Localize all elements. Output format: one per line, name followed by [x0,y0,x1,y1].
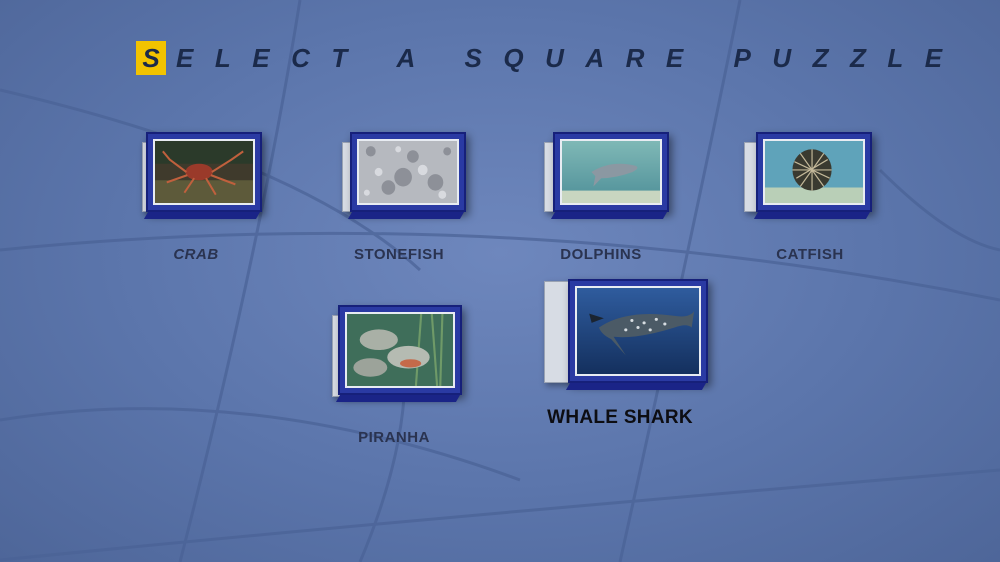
puzzle-label: WHALE SHARK [547,407,693,428]
page-title: S ELECT A SQUARE PUZZLE [136,40,964,76]
puzzle-label: STONEFISH [353,246,445,263]
puzzle-stonefish[interactable]: STONEFISH [342,132,472,267]
puzzle-label: CATFISH [776,246,844,263]
box-cover [350,132,466,212]
box-cover [146,132,262,212]
background-lines [0,0,1000,562]
crab-photo [153,139,255,205]
catfish-photo [763,139,865,205]
stonefish-photo [357,139,459,205]
piranha-photo [345,312,455,388]
puzzle-label: PIRANHA [358,429,430,446]
puzzle-label: CRAB [173,246,219,263]
title-first-letter: S [136,41,166,75]
puzzle-dolphins[interactable]: DOLPHINS [544,132,674,267]
box-cover [338,305,462,395]
puzzle-catfish[interactable]: CATFISH [742,132,872,267]
puzzle-piranha[interactable]: PIRANHA [332,305,472,455]
puzzle-label: DOLPHINS [560,246,642,263]
whale-shark-photo [575,286,701,376]
box-cover [568,279,708,383]
box-cover [756,132,872,212]
box-cover [553,132,669,212]
dolphins-photo [560,139,662,205]
title-text: ELECT A SQUARE PUZZLE [176,42,964,73]
puzzle-whale-shark[interactable]: WHALE SHARK [540,275,720,435]
puzzle-crab[interactable]: CRAB [140,132,270,267]
